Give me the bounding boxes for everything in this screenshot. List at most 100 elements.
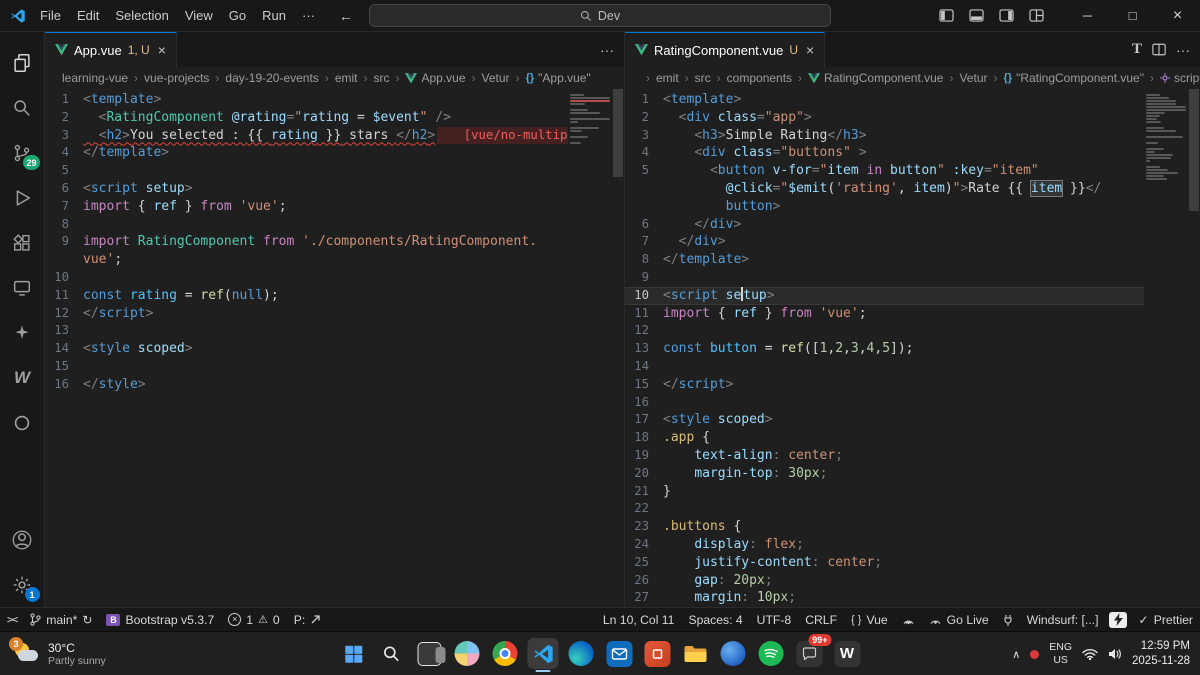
code-line[interactable]: 22: [625, 500, 1144, 518]
wifi-icon[interactable]: [1082, 648, 1098, 660]
back-icon[interactable]: ←: [339, 8, 353, 24]
code-line[interactable]: @click="$emit('rating', item)">Rate {{ i…: [625, 179, 1144, 198]
scrollbar-right[interactable]: [1188, 89, 1200, 607]
explorer-icon[interactable]: [0, 40, 45, 85]
code-line[interactable]: vue';: [45, 251, 568, 269]
code-line[interactable]: 14 <style scoped>: [45, 340, 568, 358]
breadcrumb-item[interactable]: RatingComponent.vue: [807, 71, 944, 85]
more-actions-icon[interactable]: ···: [600, 42, 614, 58]
code-line[interactable]: 9 import RatingComponent from './componen…: [45, 233, 568, 251]
breadcrumb-item[interactable]: script: [1159, 71, 1200, 85]
toggle-sidebar-left-icon[interactable]: [931, 9, 961, 22]
code-line[interactable]: 3 <h3>Simple Rating</h3>: [625, 127, 1144, 145]
breadcrumb-item[interactable]: day-19-20-events: [224, 71, 319, 85]
code-line[interactable]: 4 <div class="buttons" >: [625, 144, 1144, 162]
minimap-left[interactable]: [568, 89, 612, 607]
windsurf-app-icon[interactable]: W: [832, 638, 863, 669]
remote-explorer-icon[interactable]: [0, 265, 45, 310]
tray-status-icon[interactable]: [1030, 649, 1040, 659]
menu-more[interactable]: ···: [294, 5, 323, 26]
code-line[interactable]: 11 import { ref } from 'vue';: [625, 305, 1144, 323]
minimize-button[interactable]: ─: [1065, 0, 1110, 31]
toggle-panel-icon[interactable]: [961, 9, 991, 22]
breadcrumb-item[interactable]: {} "RatingComponent.vue": [1003, 71, 1146, 85]
prettier-item[interactable]: ✓ Prettier: [1131, 608, 1200, 631]
code-line[interactable]: 3 <h2>You selected : {{ rating }} stars …: [45, 126, 568, 145]
taskbar-search-icon[interactable]: [376, 638, 407, 669]
code-line[interactable]: 10 <script se tup>: [625, 286, 1144, 305]
breadcrumb-item[interactable]: Vetur: [958, 71, 988, 85]
code-line[interactable]: 5 <button v-for="item in button" :key="i…: [625, 162, 1144, 180]
volume-icon[interactable]: [1108, 648, 1122, 660]
breadcrumb-item[interactable]: emit: [334, 71, 359, 85]
code-line[interactable]: 6 </div>: [625, 216, 1144, 234]
code-line[interactable]: 17 <style scoped>: [625, 411, 1144, 429]
code-line[interactable]: 11 const rating = ref(null);: [45, 287, 568, 305]
code-line[interactable]: 8 </template>: [625, 251, 1144, 269]
go-live-item[interactable]: Go Live: [922, 608, 996, 631]
code-line[interactable]: 2 <div class="app">: [625, 109, 1144, 127]
code-line[interactable]: 1 <template>: [625, 91, 1144, 109]
tab-close-icon[interactable]: ×: [806, 42, 814, 58]
encoding[interactable]: UTF-8: [750, 608, 799, 631]
extensions-icon[interactable]: [0, 220, 45, 265]
blue-app-icon[interactable]: [718, 638, 749, 669]
code-line[interactable]: 8: [45, 216, 568, 234]
more-actions-icon[interactable]: ···: [1176, 42, 1190, 58]
remote-indicator[interactable]: ><: [0, 608, 23, 631]
code-line[interactable]: 2 <RatingComponent @rating="rating = $ev…: [45, 109, 568, 127]
menu-view[interactable]: View: [177, 5, 221, 26]
task-view-icon[interactable]: [414, 638, 445, 669]
code-line[interactable]: 7 import { ref } from 'vue';: [45, 198, 568, 216]
code-line[interactable]: 16: [625, 394, 1144, 412]
code-area-left[interactable]: 1 <template> 2 <RatingComponent @rating="r…: [45, 89, 568, 607]
code-line[interactable]: 15: [45, 358, 568, 376]
tab-close-icon[interactable]: ×: [158, 42, 166, 58]
menu-run[interactable]: Run: [254, 5, 294, 26]
office-app-icon[interactable]: [642, 638, 673, 669]
menu-selection[interactable]: Selection: [107, 5, 176, 26]
code-line[interactable]: button>: [625, 198, 1144, 216]
code-line[interactable]: 25 justify-content: center;: [625, 554, 1144, 572]
maximize-button[interactable]: □: [1110, 0, 1155, 31]
search-view-icon[interactable]: [0, 85, 45, 130]
git-branch-item[interactable]: main* ↻: [23, 608, 99, 631]
scrollbar-thumb[interactable]: [613, 89, 623, 177]
close-button[interactable]: ×: [1155, 0, 1200, 31]
menu-go[interactable]: Go: [221, 5, 254, 26]
tab-ratingcomponent-vue[interactable]: RatingComponent.vue U ×: [625, 32, 826, 67]
file-explorer-icon[interactable]: [680, 638, 711, 669]
run-debug-icon[interactable]: [0, 175, 45, 220]
code-line[interactable]: 27 margin: 10px;: [625, 589, 1144, 607]
code-line[interactable]: 1 <template>: [45, 91, 568, 109]
toggle-sidebar-right-icon[interactable]: [991, 9, 1021, 22]
scrollbar-left[interactable]: [612, 89, 624, 607]
accounts-icon[interactable]: [0, 517, 45, 562]
code-line[interactable]: 15 </script>: [625, 376, 1144, 394]
code-line[interactable]: 13 const button = ref([1,2,3,4,5]);: [625, 340, 1144, 358]
ai-sparkle-icon[interactable]: [0, 310, 45, 355]
code-line[interactable]: 12 </script>: [45, 305, 568, 323]
code-line[interactable]: 19 text-align: center;: [625, 447, 1144, 465]
widgets-icon[interactable]: [452, 638, 483, 669]
code-line[interactable]: 26 gap: 20px;: [625, 572, 1144, 590]
windsurf-status-item[interactable]: Windsurf: [...]: [1020, 608, 1106, 631]
code-line[interactable]: 12: [625, 322, 1144, 340]
indentation[interactable]: Spaces: 4: [681, 608, 749, 631]
sync-icon[interactable]: ↻: [82, 613, 92, 627]
split-editor-icon[interactable]: [1152, 43, 1166, 56]
vscode-taskbar-icon[interactable]: [527, 638, 559, 672]
bootstrap-item[interactable]: B Bootstrap v5.3.7: [99, 608, 221, 631]
breadcrumb-item[interactable]: src: [694, 71, 712, 85]
code-line[interactable]: 23 .buttons {: [625, 518, 1144, 536]
breadcrumb-item[interactable]: emit: [655, 71, 680, 85]
code-line[interactable]: 9: [625, 269, 1144, 287]
t-extension-icon[interactable]: T: [1132, 41, 1142, 58]
eol-sequence[interactable]: CRLF: [798, 608, 844, 631]
code-line[interactable]: 6 <script setup>: [45, 180, 568, 198]
code-line[interactable]: 24 display: flex;: [625, 536, 1144, 554]
windsurf-view-icon[interactable]: W: [0, 355, 45, 400]
scrollbar-thumb[interactable]: [1189, 89, 1199, 211]
code-line[interactable]: 14: [625, 358, 1144, 376]
code-area-right[interactable]: 1 <template> 2 <div class="app"> 3 <h3>Simp…: [625, 89, 1144, 607]
